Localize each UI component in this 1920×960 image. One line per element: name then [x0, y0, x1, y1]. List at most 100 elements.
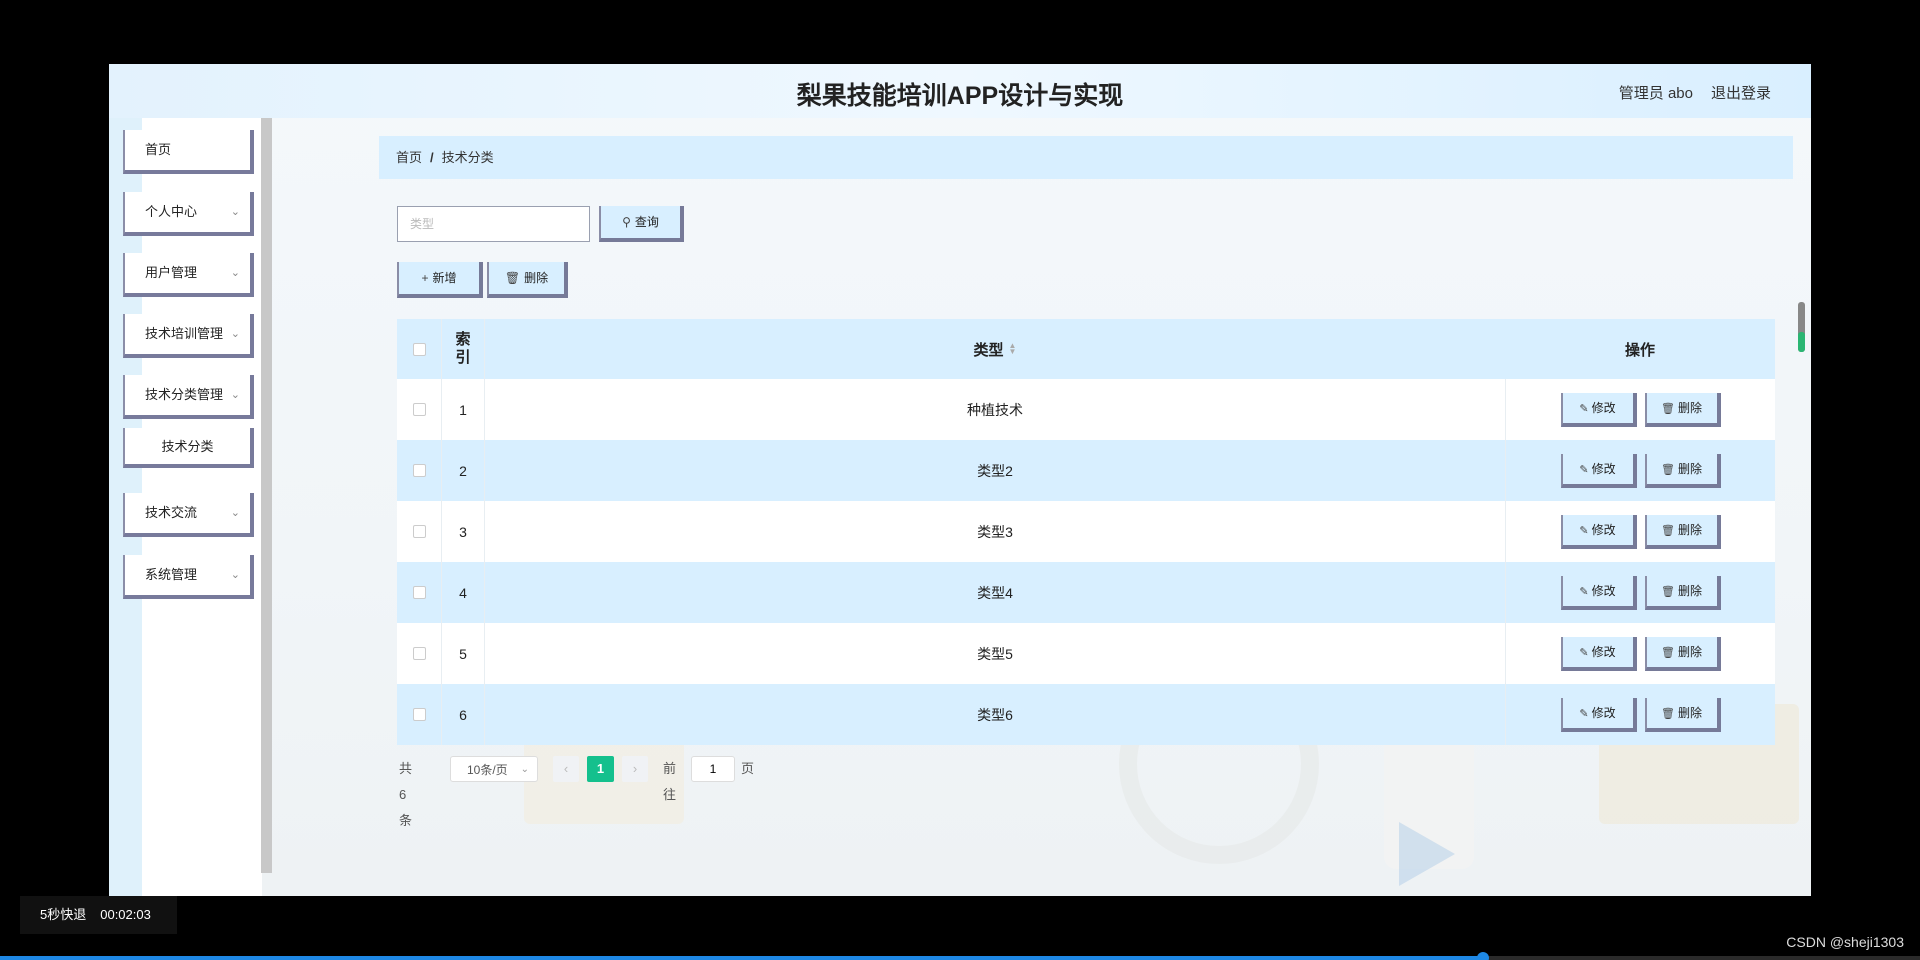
video-progress-handle[interactable]: [1477, 952, 1489, 960]
chevron-down-icon: ⌄: [230, 328, 240, 340]
edit-button-label: 修改: [1591, 400, 1616, 415]
next-page-button[interactable]: ›: [622, 756, 648, 782]
page-size-select[interactable]: 10条/页 ⌄: [450, 756, 538, 782]
row-index: 5: [441, 623, 485, 684]
delete-button[interactable]: 🗑 删除: [1644, 453, 1721, 488]
logout-link[interactable]: 退出登录: [1711, 82, 1771, 103]
sidebar-item-label: 用户管理: [145, 265, 198, 280]
edit-button-label: 修改: [1591, 522, 1616, 537]
search-button[interactable]: ⚲ 查询: [599, 206, 684, 242]
top-header: 梨果技能培训APP设计与实现 管理员 abo 退出登录: [109, 64, 1811, 118]
row-type: 类型6: [977, 706, 1013, 723]
delete-button-label: 删除: [524, 271, 549, 285]
row-index: 3: [441, 501, 485, 562]
delete-button-label: 删除: [1677, 644, 1702, 659]
main-scrollbar-thumb[interactable]: [1798, 332, 1805, 352]
edit-icon: ✎: [1579, 463, 1589, 476]
header-index-label: 索: [455, 331, 471, 348]
sidebar-item-training-management[interactable]: 技术培训管理 ⌄: [123, 314, 254, 358]
trash-icon: 🗑: [1661, 707, 1675, 720]
row-select: [397, 623, 441, 684]
add-button[interactable]: + 新增: [397, 262, 483, 298]
batch-delete-button[interactable]: 🗑 删除: [487, 262, 568, 298]
row-type: 类型3: [977, 523, 1013, 540]
row-type: 类型2: [977, 462, 1013, 479]
edit-button[interactable]: ✎ 修改: [1560, 636, 1637, 671]
sidebar-item-label: 首页: [145, 142, 172, 157]
goto-page-input[interactable]: [691, 756, 735, 782]
delete-button[interactable]: 🗑 删除: [1644, 514, 1721, 549]
sidebar-item-category-management[interactable]: 技术分类管理 ⌄: [123, 375, 254, 419]
row-index: 4: [441, 562, 485, 623]
sidebar-item-system-management[interactable]: 系统管理 ⌄: [123, 555, 254, 599]
sidebar-item-label: 技术培训管理: [145, 326, 224, 341]
edit-button-label: 修改: [1591, 644, 1616, 659]
row-index: 2: [441, 440, 485, 501]
sidebar-subitem-category[interactable]: 技术分类: [123, 428, 254, 468]
table-row: 3 类型3 ✎ 修改 🗑 删除: [397, 501, 1775, 562]
type-search-input[interactable]: [397, 206, 590, 242]
delete-button[interactable]: 🗑 删除: [1644, 392, 1721, 427]
sidebar-item-label: 技术交流: [145, 505, 198, 520]
trash-icon: 🗑: [1661, 585, 1675, 598]
sidebar-scrollbar[interactable]: [261, 118, 272, 873]
sidebar-item-label: 技术分类管理: [145, 387, 224, 402]
header-index: 索 引: [441, 319, 485, 379]
page-number-current[interactable]: 1: [587, 756, 614, 782]
edit-icon: ✎: [1579, 707, 1589, 720]
edit-button[interactable]: ✎ 修改: [1560, 392, 1637, 427]
chevron-down-icon: ⌄: [230, 569, 240, 581]
delete-button[interactable]: 🗑 删除: [1644, 575, 1721, 610]
edit-button[interactable]: ✎ 修改: [1560, 697, 1637, 732]
breadcrumb-home[interactable]: 首页: [396, 150, 422, 165]
sidebar-item-exchange[interactable]: 技术交流 ⌄: [123, 493, 254, 537]
row-checkbox[interactable]: [412, 586, 426, 599]
row-type: 类型5: [977, 645, 1013, 662]
chevron-down-icon: ⌄: [520, 764, 529, 775]
row-checkbox[interactable]: [412, 708, 426, 721]
sidebar-item-personal-center[interactable]: 个人中心 ⌄: [123, 192, 254, 236]
delete-button-label: 删除: [1677, 461, 1702, 476]
search-icon: ⚲: [622, 215, 631, 229]
row-checkbox[interactable]: [412, 464, 426, 477]
edit-button[interactable]: ✎ 修改: [1560, 453, 1637, 488]
video-skip-overlay[interactable]: 5秒快退 00:02:03: [20, 896, 177, 934]
row-operations: ✎ 修改 🗑 删除: [1505, 623, 1775, 684]
sort-icon[interactable]: ▲ ▼: [1009, 342, 1017, 356]
add-button-label: 新增: [432, 271, 457, 285]
plus-icon: +: [421, 271, 429, 285]
edit-button[interactable]: ✎ 修改: [1560, 575, 1637, 610]
app-window: 梨果技能培训APP设计与实现 管理员 abo 退出登录 首页 个人中心 ⌄ 用户…: [109, 64, 1811, 896]
delete-button[interactable]: 🗑 删除: [1644, 697, 1721, 732]
edit-button-label: 修改: [1591, 705, 1616, 720]
watermark-logo-icon: [1399, 822, 1455, 886]
table-header: 索 引 类型 ▲ ▼ 操作: [397, 319, 1775, 379]
row-select: [397, 562, 441, 623]
edit-icon: ✎: [1579, 402, 1589, 415]
row-type: 种植技术: [967, 401, 1023, 418]
prev-page-button[interactable]: ‹: [553, 756, 579, 782]
table-row: 2 类型2 ✎ 修改 🗑 删除: [397, 440, 1775, 501]
edit-icon: ✎: [1579, 585, 1589, 598]
header-type[interactable]: 类型 ▲ ▼: [485, 319, 1505, 379]
breadcrumb: 首页 / 技术分类: [379, 136, 1793, 179]
sidebar-item-label: 技术分类: [161, 439, 214, 454]
trash-icon: 🗑: [1661, 646, 1675, 659]
sidebar-item-user-management[interactable]: 用户管理 ⌄: [123, 253, 254, 297]
chevron-down-icon: ⌄: [230, 206, 240, 218]
row-checkbox[interactable]: [412, 525, 426, 538]
edit-button[interactable]: ✎ 修改: [1560, 514, 1637, 549]
header-operation: 操作: [1505, 319, 1775, 379]
trash-icon: 🗑: [1661, 402, 1675, 415]
select-all-checkbox[interactable]: [412, 342, 426, 356]
row-operations: ✎ 修改 🗑 删除: [1505, 379, 1775, 440]
row-checkbox[interactable]: [412, 403, 426, 416]
row-select: [397, 379, 441, 440]
sidebar-item-home[interactable]: 首页: [123, 130, 254, 174]
row-checkbox[interactable]: [412, 647, 426, 660]
row-select: [397, 684, 441, 745]
delete-button[interactable]: 🗑 删除: [1644, 636, 1721, 671]
edit-button-label: 修改: [1591, 461, 1616, 476]
row-type: 类型4: [977, 584, 1013, 601]
edit-icon: ✎: [1579, 524, 1589, 537]
